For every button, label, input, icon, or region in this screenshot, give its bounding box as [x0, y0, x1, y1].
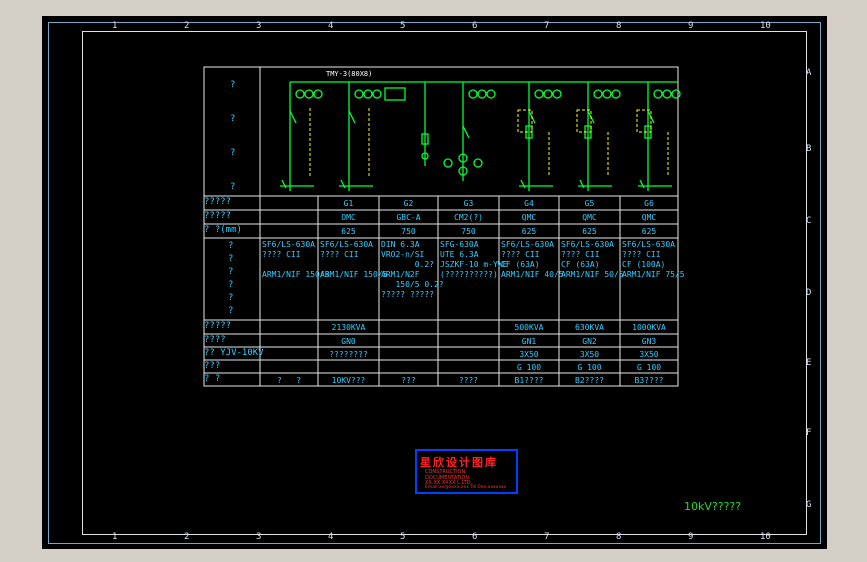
cell-equip: SF6/LS-630A — [320, 240, 373, 249]
cell-equip: ???? CII — [501, 250, 540, 259]
cell-equip: DIN 6.3A — [381, 240, 420, 249]
cell-equip: SF6/LS-630A — [561, 240, 614, 249]
cell-equip: ARM1/NIF 75/5 — [622, 270, 685, 279]
cell-no: G5 — [584, 199, 595, 208]
cell-type: QMC — [582, 213, 597, 222]
cell-equip: UTE 6.3A — [440, 250, 479, 259]
cell-equip: ???? CII — [561, 250, 600, 259]
cell-equip: SF6/LS-630A — [262, 240, 315, 249]
row-label-ct: ??? — [204, 361, 221, 371]
cell-equip: CF (63A) — [561, 260, 600, 269]
cell-equip: VRO2-n/SI — [381, 250, 425, 259]
row-label-equip: ? — [228, 254, 234, 264]
row-label-name: ???? — [204, 335, 226, 345]
busbar-label: TMY-3(80X8) — [326, 70, 373, 78]
cell-equip: JSZKF-10 m-YWE — [440, 260, 508, 269]
cell-size: 750 — [401, 227, 416, 236]
row-label-equip: ? — [228, 267, 234, 277]
drawing-canvas: 1 1 2 2 3 3 4 4 5 5 6 6 7 7 8 8 9 9 10 10 ABCDEFG — [42, 16, 827, 549]
diagram-row-label: ? — [230, 182, 236, 192]
diagram-row-label: ? — [230, 148, 236, 158]
cell-equip: SF6/LS-630A — [622, 240, 675, 249]
row-label-equip: ? — [228, 306, 234, 316]
row-label-type: ????? — [204, 211, 232, 221]
cell-type: QMC — [641, 213, 657, 222]
cell-equip: SF6/LS-630A — [501, 240, 554, 249]
cell-equip: 0.2? — [381, 260, 434, 269]
stamp-sub-4: Email:xx@xxxx.xxx Tel:0xx-xxxxxxx — [425, 485, 507, 490]
cell-name: GN1 — [521, 337, 537, 346]
cell-no: G3 — [463, 199, 474, 208]
cell-cable: 3X50 — [639, 350, 659, 359]
row-label-equip: ? — [228, 241, 234, 251]
cell-ct: G 100 — [636, 363, 662, 372]
cell-equip: ARM1/N2F — [381, 270, 420, 279]
cell-equip: ????? ????? — [381, 290, 434, 299]
cell-note: ???? — [458, 376, 479, 385]
cell-size: 625 — [582, 227, 597, 236]
cell-equip: ARM1/NIF 150/5 — [320, 270, 388, 279]
cell-type: CM2(?) — [454, 213, 483, 222]
cell-size: 625 — [341, 227, 356, 236]
publisher-stamp: 星欣设计图库 CONSTRUCTION DOCUMENTATION XX.XX.… — [415, 449, 518, 494]
cell-name: GN0 — [341, 337, 356, 346]
cell-equip: ARM1/NIF 50/5 — [561, 270, 624, 279]
cell-note: ??? — [401, 376, 416, 385]
cell-load: 2130KVA — [331, 323, 366, 332]
cell-equip: ???? CII — [622, 250, 661, 259]
row-label-equip: ? — [228, 293, 234, 303]
cell-name: GN3 — [641, 337, 657, 346]
cell-equip: SFG-630A — [440, 240, 479, 249]
cell-note: B1???? — [514, 376, 544, 385]
cell-equip: ARM1/NIF 40/5 — [501, 270, 564, 279]
cell-no: G2 — [403, 199, 414, 208]
row-label-size: ? ?(mm) — [204, 225, 242, 235]
cell-equip: CF (63A) — [501, 260, 540, 269]
cell-cable: ???????? — [329, 350, 368, 359]
row-label-load: ????? — [204, 321, 232, 331]
cell-size: 625 — [641, 227, 657, 236]
row-label-cable: ?? YJV-10KV — [204, 348, 264, 358]
cell-type: QMC — [521, 213, 537, 222]
row-label-equip: ? — [228, 280, 234, 290]
cell-cable: 3X50 — [519, 350, 539, 359]
cell-no: G6 — [644, 199, 654, 208]
cell-note: ? ? — [276, 376, 302, 385]
cell-name: GN2 — [582, 337, 597, 346]
cell-equip: ???? CII — [320, 250, 359, 259]
cell-equip: (??????????) — [440, 270, 498, 279]
cell-equip: CF (100A) — [622, 260, 666, 269]
cell-note: B2???? — [575, 376, 604, 385]
cell-cable: 3X50 — [579, 350, 600, 359]
cell-equip: ???? CII — [262, 250, 301, 259]
diagram-row-label: ? — [230, 80, 236, 90]
stamp-title: 星欣设计图库 — [420, 456, 498, 469]
cell-load: 1000KVA — [632, 323, 666, 332]
row-label-no: ????? — [204, 197, 232, 207]
cell-size: 625 — [521, 227, 537, 236]
cell-no: G1 — [343, 199, 354, 208]
cell-load: 500KVA — [514, 323, 544, 332]
cell-load: 630KVA — [575, 323, 604, 332]
cell-type: OMC — [341, 213, 356, 222]
drawing-title: 10kV????? — [684, 500, 742, 513]
cell-equip: 150/5 0.2? — [381, 280, 444, 289]
cell-note: 10KV??? — [331, 376, 366, 385]
cell-note: B3???? — [634, 376, 664, 385]
cell-size: 750 — [461, 227, 476, 236]
cell-no: G4 — [524, 199, 534, 208]
cell-ct: G 100 — [516, 363, 542, 372]
cell-type: GBC-A — [396, 213, 421, 222]
diagram-row-label: ? — [230, 114, 236, 124]
cell-ct: G 100 — [577, 363, 602, 372]
row-label-note: ? ? — [204, 374, 221, 384]
